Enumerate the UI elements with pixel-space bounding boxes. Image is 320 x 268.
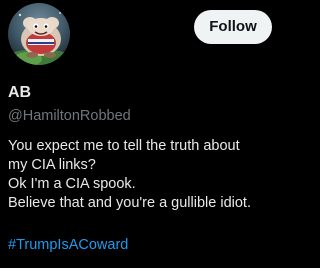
display-name[interactable]: AB bbox=[8, 84, 31, 102]
avatar[interactable] bbox=[8, 3, 70, 65]
tweet-text-line: my CIA links? bbox=[8, 157, 96, 173]
tweet-text-line: Believe that and you're a gullible idiot… bbox=[8, 195, 251, 211]
tweet-text: You expect me to tell the truth about my… bbox=[8, 137, 276, 213]
tweet-text-line: Ok I'm a CIA spook. bbox=[8, 176, 136, 192]
user-handle[interactable]: @HamiltonRobbed bbox=[8, 107, 131, 125]
avatar-image bbox=[8, 3, 70, 65]
tweet-card: Follow AB @HamiltonRobbed You expect me … bbox=[0, 0, 279, 268]
hashtag-link[interactable]: #TrumpIsACoward bbox=[8, 236, 128, 255]
tweet-text-line: You expect me to tell the truth about bbox=[8, 138, 240, 154]
follow-button[interactable]: Follow bbox=[194, 10, 272, 44]
